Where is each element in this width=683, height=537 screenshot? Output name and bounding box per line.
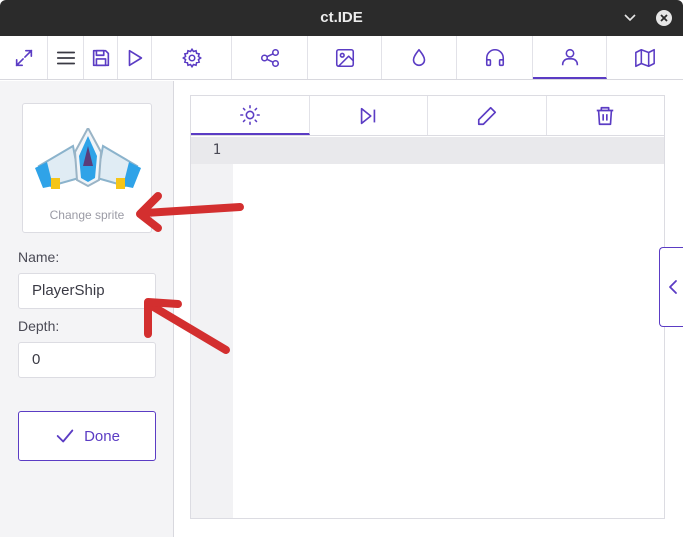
textures-tab[interactable] xyxy=(308,36,382,79)
pencil-icon xyxy=(477,106,496,125)
done-label: Done xyxy=(84,427,120,445)
title-bar: ct.IDE xyxy=(0,0,683,36)
name-label: Name: xyxy=(18,249,60,265)
type-properties-panel: Change sprite Name: PlayerShip Depth: 0 … xyxy=(0,81,174,537)
styles-icon xyxy=(412,48,426,66)
check-icon xyxy=(56,429,74,443)
depth-input[interactable]: 0 xyxy=(18,342,156,378)
code-editor[interactable]: 1 xyxy=(191,137,664,518)
app-window: ct.IDE Change sprite Name: PlayerShip De… xyxy=(0,0,683,537)
sounds-icon xyxy=(485,48,504,66)
menu-icon xyxy=(56,51,75,64)
sprite-picker[interactable]: Change sprite xyxy=(22,103,152,233)
tab-on-create[interactable] xyxy=(191,96,310,135)
save-button[interactable] xyxy=(84,36,118,79)
play-button[interactable] xyxy=(118,36,152,79)
settings-icon xyxy=(181,47,202,68)
close-icon[interactable] xyxy=(654,8,674,28)
main-toolbar xyxy=(0,36,683,80)
textures-icon xyxy=(335,48,354,67)
sun-icon xyxy=(239,104,260,125)
change-sprite-label: Change sprite xyxy=(49,208,125,222)
event-editor: 1 xyxy=(190,95,665,519)
fullscreen-button[interactable] xyxy=(0,36,48,79)
modules-icon xyxy=(260,48,279,67)
tab-on-destroy[interactable] xyxy=(547,96,665,135)
collapse-panel-button[interactable] xyxy=(659,247,683,327)
styles-tab[interactable] xyxy=(382,36,457,79)
name-input[interactable]: PlayerShip xyxy=(18,273,156,309)
fullscreen-icon xyxy=(15,49,32,66)
line-gutter xyxy=(191,137,233,518)
menu-button[interactable] xyxy=(48,36,84,79)
sounds-tab[interactable] xyxy=(457,36,533,79)
tab-on-step[interactable] xyxy=(310,96,428,135)
window-title: ct.IDE xyxy=(320,9,363,26)
rooms-icon xyxy=(635,48,655,67)
event-tabs xyxy=(191,96,664,136)
depth-label: Depth: xyxy=(18,318,60,334)
play-icon xyxy=(128,49,142,66)
line-number: 1 xyxy=(212,142,221,158)
tab-on-draw[interactable] xyxy=(428,96,547,135)
chevron-left-icon xyxy=(668,280,677,294)
rooms-tab[interactable] xyxy=(607,36,683,79)
modules-tab[interactable] xyxy=(232,36,308,79)
settings-tab[interactable] xyxy=(152,36,232,79)
skip-forward-icon xyxy=(361,107,376,124)
save-icon xyxy=(92,49,109,66)
types-icon xyxy=(561,48,578,65)
types-tab[interactable] xyxy=(533,36,607,79)
active-line-highlight xyxy=(191,137,664,164)
done-button[interactable]: Done xyxy=(18,411,156,461)
minimize-chevron-icon[interactable] xyxy=(620,8,640,28)
sprite-preview-image xyxy=(35,128,141,189)
trash-icon xyxy=(597,106,614,125)
